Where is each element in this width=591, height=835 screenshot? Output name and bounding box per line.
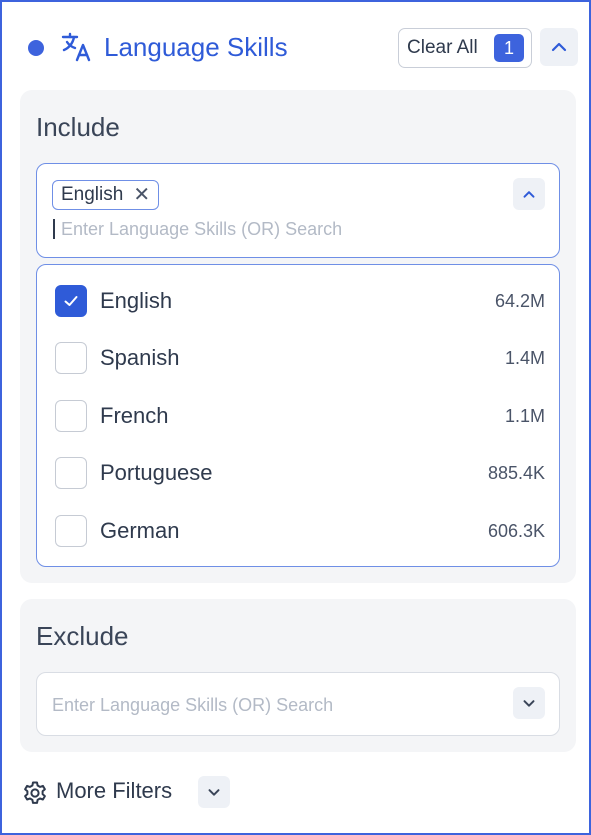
filter-header: Language Skills Clear All 1 (24, 26, 578, 70)
option-item[interactable]: English 64.2M (37, 279, 559, 323)
option-item[interactable]: German 606.3K (37, 509, 559, 553)
option-label: Portuguese (100, 460, 213, 485)
clear-all-button[interactable]: Clear All 1 (398, 28, 532, 68)
chevron-down-icon (523, 700, 535, 707)
language-skills-filter-panel: Language Skills Clear All 1 Include Engl… (0, 0, 591, 835)
option-count: 1.4M (504, 347, 545, 368)
option-label: French (100, 403, 169, 428)
exclude-title: Exclude (36, 621, 129, 651)
chip-label: English (61, 184, 124, 205)
option-label: English (100, 288, 173, 313)
option-count: 64.2M (494, 290, 545, 311)
collapse-section-button[interactable] (540, 28, 578, 66)
selected-chip: English ✕ (52, 180, 160, 210)
gear-icon (24, 781, 46, 804)
option-item[interactable]: Spanish 1.4M (37, 336, 559, 380)
option-label: Spanish (100, 345, 180, 370)
option-count: 885.4K (487, 462, 545, 483)
exclude-search-box[interactable] (36, 672, 560, 736)
active-filter-dot (28, 40, 44, 56)
selected-count-badge: 1 (494, 34, 524, 62)
option-count: 606.3K (487, 520, 545, 541)
options-list: English 64.2M Spanish 1.4M French 1.1M P… (36, 264, 560, 567)
remove-chip-icon[interactable]: ✕ (133, 185, 150, 205)
more-filters-toggle[interactable] (198, 776, 230, 808)
more-filters-label: More Filters (56, 778, 173, 803)
include-search-input[interactable] (61, 216, 481, 242)
checkbox[interactable] (55, 342, 87, 374)
include-search-box[interactable]: English ✕ (36, 163, 560, 258)
option-count: 1.1M (504, 405, 545, 426)
more-filters-button[interactable]: More Filters (22, 776, 242, 810)
include-title: Include (36, 112, 120, 142)
option-item[interactable]: Portuguese 885.4K (37, 451, 559, 495)
clear-all-label: Clear All (407, 37, 478, 58)
option-item[interactable]: French 1.1M (37, 394, 559, 438)
checkbox[interactable] (55, 457, 87, 489)
chevron-up-icon (523, 191, 535, 198)
checkbox[interactable] (55, 515, 87, 547)
check-icon (64, 296, 78, 306)
header-title: Language Skills (104, 32, 288, 62)
include-section: Include English ✕ English (20, 90, 576, 583)
checkbox-checked[interactable] (55, 285, 87, 317)
chevron-up-icon (551, 42, 567, 52)
include-dropdown-toggle[interactable] (513, 178, 545, 210)
exclude-search-input[interactable] (52, 692, 482, 718)
exclude-section: Exclude (20, 599, 576, 752)
chevron-down-icon (208, 789, 220, 796)
checkbox[interactable] (55, 400, 87, 432)
text-cursor (53, 219, 55, 239)
option-label: German (100, 518, 180, 543)
exclude-dropdown-toggle[interactable] (513, 687, 545, 719)
translate-icon (61, 32, 91, 62)
